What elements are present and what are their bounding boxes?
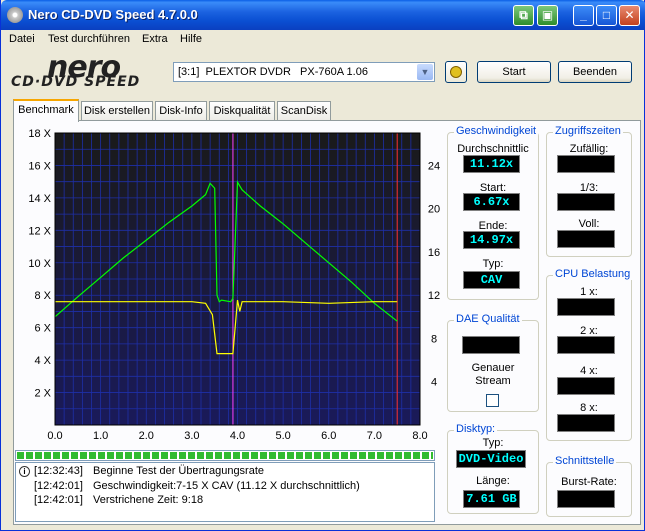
chart-y-left-tick-label: 16 X (28, 160, 51, 172)
chart-y-left-tick-label: 2 X (34, 388, 51, 400)
chart-y-right-tick-label: 12 (428, 290, 440, 302)
speed-group-title: Geschwindigkeit (454, 125, 539, 137)
burst-rate-label: Burst-Rate: (561, 476, 617, 488)
chart-y-right-tick-label: 20 (428, 204, 440, 216)
test-progress-fill (17, 452, 433, 459)
menu-hilfe[interactable]: Hilfe (180, 33, 202, 45)
access-times-title: Zugriffszeiten (553, 125, 623, 137)
cpu-load-title: CPU Belastung (553, 268, 633, 280)
chart-y-left-tick-label: 6 X (34, 323, 51, 335)
chart-y-left-tick-label: 10 X (28, 258, 51, 270)
cpu-1x-label: 1 x: (580, 286, 598, 298)
chart-x-tick-label: 1.0 (93, 430, 108, 442)
chart-y-left-tick-label: 18 X (28, 128, 51, 140)
cpu-1x-value (557, 298, 615, 316)
close-button[interactable]: ✕ (619, 5, 640, 26)
tab-benchmark[interactable]: Benchmark (13, 99, 79, 122)
speed-type-label: Typ: (482, 258, 504, 270)
disc-icon (450, 66, 462, 78)
cpu-4x-value (557, 377, 615, 395)
nero-logo: nero CD·DVD SPEED (11, 50, 161, 94)
info-icon: i (19, 466, 30, 477)
tab-disk-info[interactable]: Disk-Info (155, 101, 207, 121)
logo-cd-dvd-speed: CD·DVD SPEED (11, 74, 141, 90)
disc-type-title: Disktyp: (454, 423, 498, 435)
start-speed-value: 6.67x (463, 193, 520, 211)
chart-y-left-tick-label: 14 X (28, 193, 51, 205)
chart-y-right-tick-label: 16 (428, 247, 440, 259)
log-message: Geschwindigkeit:7-15 X CAV (11.12 X durc… (93, 480, 360, 492)
log-time: [12:32:43] (34, 465, 83, 477)
chart-y-left-tick-label: 8 X (34, 290, 51, 302)
accurate-stream-checkbox[interactable] (486, 394, 499, 407)
quit-button[interactable]: Beenden (558, 61, 632, 83)
chart-x-tick-label: 6.0 (321, 430, 336, 442)
chart-x-tick-label: 8.0 (412, 430, 427, 442)
cpu-2x-value (557, 336, 615, 354)
disc-length-label: Länge: (476, 475, 510, 487)
full-access-value (557, 230, 615, 248)
tab-scandisk[interactable]: ScanDisk (277, 101, 331, 121)
average-label: Durchschnittlic (457, 143, 529, 155)
cpu-4x-label: 4 x: (580, 365, 598, 377)
chart-x-tick-label: 3.0 (184, 430, 199, 442)
end-speed-value: 14.97x (463, 231, 520, 249)
window-title: Nero CD-DVD Speed 4.7.0.0 (28, 7, 198, 22)
maximize-button[interactable]: □ (596, 5, 617, 26)
app-disc-icon (7, 7, 23, 23)
log-row: i [12:32:43] Beginne Test der Übertragun… (16, 465, 434, 479)
chart-y-left-tick-label: 12 X (28, 225, 51, 237)
refresh-drive-button[interactable] (445, 61, 467, 83)
interface-title: Schnittstelle (553, 455, 617, 467)
cpu-8x-value (557, 414, 615, 432)
save-icon[interactable]: ▣ (537, 5, 558, 26)
dae-quality-title: DAE Qualität (454, 313, 522, 325)
log-list[interactable]: i [12:32:43] Beginne Test der Übertragun… (15, 462, 435, 522)
log-time: [12:42:01] (34, 494, 83, 506)
average-speed-value: 11.12x (463, 155, 520, 173)
app-window: Nero CD-DVD Speed 4.7.0.0 ⧉ ▣ _ □ ✕ Date… (0, 0, 645, 531)
chart-x-tick-label: 7.0 (367, 430, 382, 442)
test-progress-bar (15, 450, 435, 461)
minimize-button[interactable]: _ (573, 5, 594, 26)
chart-x-tick-label: 4.0 (230, 430, 245, 442)
title-bar[interactable]: Nero CD-DVD Speed 4.7.0.0 ⧉ ▣ _ □ ✕ (1, 0, 645, 30)
transfer-rate-chart: 0.0 1.0 2.0 3.0 4.0 5.0 6.0 7.0 8.0 2 X 4 X 6 X 8 X 1… (28, 128, 440, 442)
drive-select-value: [3:1] PLEXTOR DVDR PX-760A 1.06 (178, 66, 368, 78)
copy-icon[interactable]: ⧉ (513, 5, 534, 26)
speed-type-value: CAV (463, 271, 520, 289)
disc-length-value: 7.61 GB (463, 490, 520, 508)
log-message: Verstrichene Zeit: 9:18 (93, 494, 204, 506)
chart-x-tick-label: 5.0 (275, 430, 290, 442)
dae-quality-value (462, 336, 520, 354)
disc-type-value: DVD-Video (456, 450, 526, 468)
start-button[interactable]: Start (477, 61, 551, 83)
menu-test[interactable]: Test durchführen (48, 33, 130, 45)
disc-type-label: Typ: (482, 437, 504, 449)
chart-x-tick-label: 2.0 (139, 430, 154, 442)
chart-y-right-tick-label: 24 (428, 160, 440, 172)
third-access-value (557, 193, 615, 211)
cpu-8x-label: 8 x: (580, 402, 598, 414)
tab-diskqualitaet[interactable]: Diskqualität (209, 101, 275, 121)
menu-extra[interactable]: Extra (142, 33, 168, 45)
menu-datei[interactable]: Datei (9, 33, 35, 45)
chart-x-tick-label: 0.0 (47, 430, 62, 442)
menu-bar: Datei Test durchführen Extra Hilfe (1, 30, 645, 48)
burst-rate-value (557, 490, 615, 508)
drive-select[interactable]: [3:1] PLEXTOR DVDR PX-760A 1.06 ▼ (173, 62, 435, 82)
log-row: [12:42:01] Geschwindigkeit:7-15 X CAV (1… (16, 480, 434, 494)
chart-y-right-tick-label: 8 (431, 333, 437, 345)
chart-y-right-tick-label: 4 (431, 377, 437, 389)
chevron-down-icon[interactable]: ▼ (417, 64, 433, 80)
full-access-label: Voll: (578, 218, 600, 230)
log-row: [12:42:01] Verstrichene Zeit: 9:18 (16, 494, 434, 508)
accurate-stream-label: Genauer Stream (471, 362, 515, 387)
random-access-label: Zufällig: (569, 143, 609, 155)
chart-y-left-tick-label: 4 X (34, 355, 51, 367)
tab-disk-erstellen[interactable]: Disk erstellen (81, 101, 153, 121)
random-access-value (557, 155, 615, 173)
log-message: Beginne Test der Übertragungsrate (93, 465, 265, 477)
log-time: [12:42:01] (34, 480, 83, 492)
